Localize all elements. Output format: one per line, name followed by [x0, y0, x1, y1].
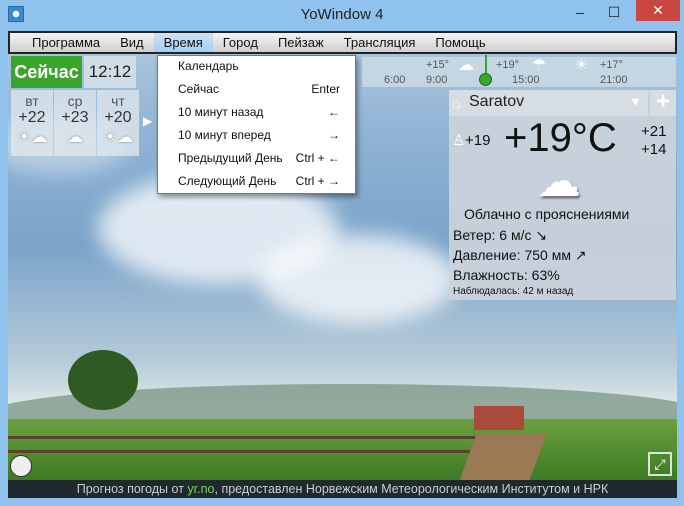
rain-icon: ☂ [532, 57, 547, 74]
feels-like-temp: +19 [465, 132, 491, 149]
next-days-arrow[interactable]: ▶ [143, 114, 152, 128]
menu-item-label: Следующий День [178, 174, 277, 188]
day-forecast[interactable]: чт +20 ☀☁ [97, 90, 139, 156]
day-temp: +23 [61, 109, 89, 126]
menu-item-calendar[interactable]: Календарь [178, 59, 340, 79]
menu-item-label: 10 минут вперед [178, 128, 271, 142]
home-icon: ⌂ [452, 95, 461, 111]
farmhouse [474, 406, 524, 430]
day-name: чт [111, 93, 125, 109]
timeline[interactable]: +15° ☁ +19° ☂ ☀ +17° 6:00 9:00 15:00 21:… [362, 57, 676, 87]
timeline-temp: +19° [496, 59, 520, 71]
close-button[interactable]: ✕ [636, 0, 680, 21]
footer-text: Прогноз погоды от [76, 482, 188, 496]
partly-cloudy-icon: ☀☁ [102, 129, 134, 146]
minimize-button[interactable]: ‒ [566, 2, 594, 22]
menu-item-shortcut: Ctrl + → [295, 174, 340, 188]
footer-credits: Прогноз погоды от yr.no, предоставлен Но… [8, 480, 677, 498]
fence [8, 436, 508, 439]
yr-link[interactable]: yr.no [187, 482, 214, 496]
menu-item-prev-day[interactable]: Предыдущий День Ctrl + ← [178, 151, 340, 171]
wind: Ветер: 6 м/с ↘ [453, 227, 548, 243]
dropdown-icon[interactable]: ▼ [629, 94, 642, 109]
day-temp: +22 [18, 109, 46, 126]
title-bar: YoWindow 4 ‒ ☐ ✕ [0, 0, 684, 30]
cloud-icon: ☁ [537, 157, 581, 206]
menu-item-label: Календарь [178, 59, 239, 73]
menu-bar: Программа Вид Время Город Пейзаж Трансля… [8, 31, 677, 54]
weather-description: Облачно с прояснениями [464, 206, 630, 222]
menu-item-10min-back[interactable]: 10 минут назад ← [178, 105, 340, 125]
soccer-ball-icon[interactable] [10, 455, 32, 477]
menu-city[interactable]: Город [213, 33, 268, 52]
menu-item-now[interactable]: Сейчас Enter [178, 82, 340, 102]
footer-text: , предоставлен Норвежским Метеорологичес… [214, 482, 609, 496]
now-button[interactable]: Сейчас [11, 56, 82, 88]
timeline-temp: +15° [426, 59, 450, 71]
timeline-time: 6:00 [384, 74, 406, 86]
city-selector[interactable]: ⌂ Saratov ▼ [449, 90, 648, 116]
day-forecast[interactable]: ср +23 ☁ [54, 90, 96, 156]
tree [68, 350, 138, 410]
sun-icon: ☀ [574, 57, 589, 74]
menu-view[interactable]: Вид [110, 33, 154, 52]
menu-item-label: Сейчас [178, 82, 219, 96]
city-name: Saratov [469, 93, 525, 110]
menu-item-shortcut: → [328, 128, 340, 142]
fullscreen-icon[interactable]: ⤢ [648, 452, 672, 476]
current-temp: +19°C [504, 116, 617, 160]
high-temp: +21 [641, 123, 667, 140]
time-slider-handle[interactable] [479, 73, 492, 86]
pressure: Давление: 750 мм ↗ [453, 247, 587, 263]
timeline-time: 15:00 [512, 74, 540, 86]
menu-item-shortcut: Enter [311, 82, 340, 96]
timeline-temp: +17° [600, 59, 624, 71]
time-menu-dropdown: Календарь Сейчас Enter 10 минут назад ← 10… [157, 55, 356, 194]
menu-broadcast[interactable]: Трансляция [334, 33, 426, 52]
add-city-button[interactable]: + [650, 90, 676, 116]
menu-item-label: 10 минут назад [178, 105, 264, 119]
menu-item-shortcut: ← [328, 105, 340, 119]
humidity: Влажность: 63% [453, 267, 560, 283]
low-temp: +14 [641, 141, 667, 158]
cloud-icon: ☁ [67, 129, 83, 146]
day-name: ср [67, 93, 83, 109]
clock: 12:12 [84, 56, 136, 88]
timeline-time: 9:00 [426, 74, 448, 86]
partly-cloudy-icon: ☀☁ [16, 129, 48, 146]
day-name: вт [25, 93, 39, 109]
cloud-icon: ☁ [458, 57, 474, 74]
menu-help[interactable]: Помощь [425, 33, 495, 52]
weather-panel: ♙ +19 +19°C +21 +14 ☁ Облачно с прояснен… [449, 90, 676, 300]
menu-item-next-day[interactable]: Следующий День Ctrl + → [178, 174, 340, 194]
menu-item-shortcut: Ctrl + ← [295, 151, 340, 165]
observed-time: Наблюдалась: 42 м назад [453, 286, 574, 297]
menu-time[interactable]: Время [153, 33, 213, 52]
person-icon: ♙ [452, 132, 466, 149]
day-forecast[interactable]: вт +22 ☀☁ [11, 90, 53, 156]
maximize-button[interactable]: ☐ [600, 2, 628, 22]
day-temp: +20 [104, 109, 132, 126]
menu-item-label: Предыдущий День [178, 151, 283, 165]
timeline-time: 21:00 [600, 74, 628, 86]
menu-program[interactable]: Программа [22, 33, 110, 52]
menu-landscape[interactable]: Пейзаж [268, 33, 334, 52]
menu-item-10min-forward[interactable]: 10 минут вперед → [178, 128, 340, 148]
fence [8, 450, 508, 453]
